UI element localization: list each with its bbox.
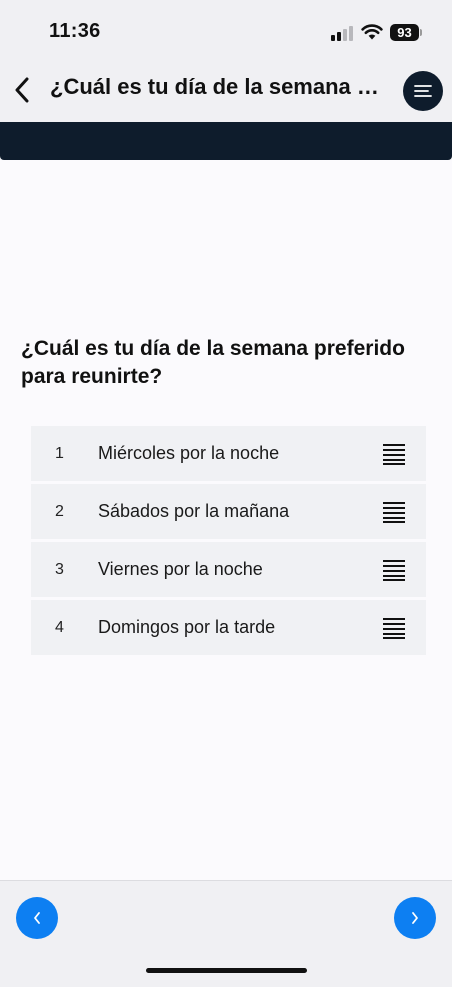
wifi-icon — [361, 24, 383, 40]
option-label: Viernes por la noche — [98, 559, 263, 579]
option-rank: 3 — [55, 561, 64, 578]
menu-button[interactable] — [403, 71, 443, 111]
option-rank: 4 — [55, 619, 64, 636]
ranking-option-4[interactable]: 4 Domingos por la tarde — [31, 600, 426, 655]
back-button[interactable] — [8, 74, 36, 106]
ranking-option-3[interactable]: 3 Viernes por la noche — [31, 542, 426, 597]
ranking-option-2[interactable]: 2 Sábados por la mañana — [31, 484, 426, 539]
option-rank: 1 — [55, 445, 64, 462]
home-indicator — [146, 968, 307, 973]
status-bar: 11:36 93 — [0, 0, 452, 62]
battery-icon: 93 — [390, 24, 419, 41]
survey-content: ¿Cuál es tu día de la semana preferido p… — [0, 160, 452, 880]
ranking-option-1[interactable]: 1 Miércoles por la noche — [31, 426, 426, 481]
drag-handle-icon[interactable] — [382, 443, 406, 465]
chevron-left-icon — [34, 912, 40, 924]
header-band — [0, 122, 452, 160]
drag-handle-icon[interactable] — [382, 559, 406, 581]
bottom-nav-bar — [0, 880, 452, 987]
menu-icon — [414, 85, 432, 97]
battery-tip — [420, 29, 422, 36]
previous-button[interactable] — [16, 897, 58, 939]
ranking-list: 1 Miércoles por la noche 2 Sábados por l… — [31, 426, 426, 658]
chevron-left-icon — [15, 77, 29, 103]
question-text: ¿Cuál es tu día de la semana preferido p… — [21, 337, 405, 388]
status-time: 11:36 — [49, 20, 101, 42]
option-rank: 2 — [55, 503, 64, 520]
chevron-right-icon — [412, 912, 418, 924]
next-button[interactable] — [394, 897, 436, 939]
drag-handle-icon[interactable] — [382, 617, 406, 639]
nav-bar: ¿Cuál es tu día de la semana preferido p… — [0, 62, 452, 122]
option-label: Sábados por la mañana — [98, 501, 290, 521]
signal-icon — [331, 26, 353, 41]
drag-handle-icon[interactable] — [382, 501, 406, 523]
option-label: Domingos por la tarde — [98, 617, 276, 637]
page-title: ¿Cuál es tu día de la semana preferido p… — [50, 74, 390, 99]
option-label: Miércoles por la noche — [98, 443, 280, 463]
